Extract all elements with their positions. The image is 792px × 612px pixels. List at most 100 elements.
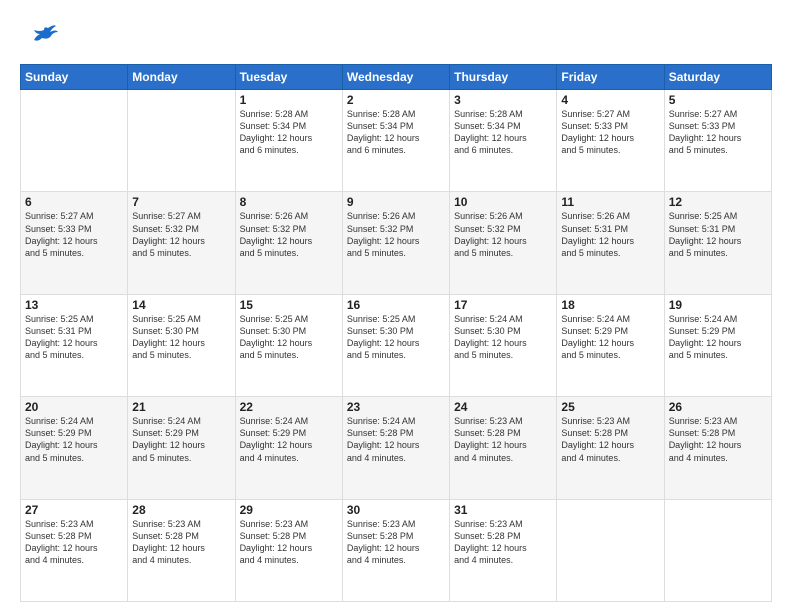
- calendar-cell: 3Sunrise: 5:28 AM Sunset: 5:34 PM Daylig…: [450, 90, 557, 192]
- calendar-cell: 14Sunrise: 5:25 AM Sunset: 5:30 PM Dayli…: [128, 294, 235, 396]
- calendar-week-1: 1 Sunrise: 5:28 AM Sunset: 5:34 PM Daylig…: [21, 90, 772, 192]
- header: [20, 18, 772, 56]
- calendar-header-sunday: Sunday: [21, 65, 128, 90]
- calendar-week-5: 27Sunrise: 5:23 AM Sunset: 5:28 PM Dayli…: [21, 499, 772, 601]
- calendar-cell: 7Sunrise: 5:27 AM Sunset: 5:32 PM Daylig…: [128, 192, 235, 294]
- logo: [20, 18, 62, 56]
- calendar-cell: 21Sunrise: 5:24 AM Sunset: 5:29 PM Dayli…: [128, 397, 235, 499]
- day-number: 31: [454, 503, 552, 517]
- calendar-cell: 13Sunrise: 5:25 AM Sunset: 5:31 PM Dayli…: [21, 294, 128, 396]
- calendar-cell: 12Sunrise: 5:25 AM Sunset: 5:31 PM Dayli…: [664, 192, 771, 294]
- calendar-cell: 6Sunrise: 5:27 AM Sunset: 5:33 PM Daylig…: [21, 192, 128, 294]
- calendar-cell: 17Sunrise: 5:24 AM Sunset: 5:30 PM Dayli…: [450, 294, 557, 396]
- day-number: 12: [669, 195, 767, 209]
- calendar-header-thursday: Thursday: [450, 65, 557, 90]
- day-info: Sunrise: 5:25 AM Sunset: 5:30 PM Dayligh…: [347, 313, 445, 362]
- day-number: 8: [240, 195, 338, 209]
- day-number: 27: [25, 503, 123, 517]
- calendar-table: SundayMondayTuesdayWednesdayThursdayFrid…: [20, 64, 772, 602]
- calendar-cell: [664, 499, 771, 601]
- calendar-cell: 9Sunrise: 5:26 AM Sunset: 5:32 PM Daylig…: [342, 192, 449, 294]
- day-number: 11: [561, 195, 659, 209]
- day-number: 28: [132, 503, 230, 517]
- day-info: Sunrise: 5:23 AM Sunset: 5:28 PM Dayligh…: [240, 518, 338, 567]
- day-number: 2: [347, 93, 445, 107]
- day-number: 7: [132, 195, 230, 209]
- day-info: Sunrise: 5:24 AM Sunset: 5:29 PM Dayligh…: [669, 313, 767, 362]
- day-info: Sunrise: 5:23 AM Sunset: 5:28 PM Dayligh…: [454, 518, 552, 567]
- day-info: Sunrise: 5:26 AM Sunset: 5:32 PM Dayligh…: [240, 210, 338, 259]
- day-number: 18: [561, 298, 659, 312]
- day-number: 25: [561, 400, 659, 414]
- day-info: Sunrise: 5:23 AM Sunset: 5:28 PM Dayligh…: [347, 518, 445, 567]
- logo-icon: [20, 18, 58, 56]
- calendar-cell: 25Sunrise: 5:23 AM Sunset: 5:28 PM Dayli…: [557, 397, 664, 499]
- day-info: Sunrise: 5:25 AM Sunset: 5:30 PM Dayligh…: [240, 313, 338, 362]
- calendar-cell: 22Sunrise: 5:24 AM Sunset: 5:29 PM Dayli…: [235, 397, 342, 499]
- calendar-header-tuesday: Tuesday: [235, 65, 342, 90]
- day-info: Sunrise: 5:24 AM Sunset: 5:30 PM Dayligh…: [454, 313, 552, 362]
- calendar-cell: 31Sunrise: 5:23 AM Sunset: 5:28 PM Dayli…: [450, 499, 557, 601]
- day-info: Sunrise: 5:27 AM Sunset: 5:32 PM Dayligh…: [132, 210, 230, 259]
- day-info: Sunrise: 5:24 AM Sunset: 5:29 PM Dayligh…: [25, 415, 123, 464]
- day-number: 1: [240, 93, 338, 107]
- day-number: 9: [347, 195, 445, 209]
- calendar-cell: 30Sunrise: 5:23 AM Sunset: 5:28 PM Dayli…: [342, 499, 449, 601]
- calendar-week-4: 20Sunrise: 5:24 AM Sunset: 5:29 PM Dayli…: [21, 397, 772, 499]
- day-info: Sunrise: 5:28 AM Sunset: 5:34 PM Dayligh…: [454, 108, 552, 157]
- calendar-cell: [128, 90, 235, 192]
- day-number: 24: [454, 400, 552, 414]
- day-info: Sunrise: 5:27 AM Sunset: 5:33 PM Dayligh…: [25, 210, 123, 259]
- calendar-header-row: SundayMondayTuesdayWednesdayThursdayFrid…: [21, 65, 772, 90]
- day-info: Sunrise: 5:25 AM Sunset: 5:30 PM Dayligh…: [132, 313, 230, 362]
- day-info: Sunrise: 5:27 AM Sunset: 5:33 PM Dayligh…: [669, 108, 767, 157]
- day-number: 13: [25, 298, 123, 312]
- day-number: 4: [561, 93, 659, 107]
- calendar-cell: [21, 90, 128, 192]
- day-number: 5: [669, 93, 767, 107]
- day-info: Sunrise: 5:27 AM Sunset: 5:33 PM Dayligh…: [561, 108, 659, 157]
- calendar-cell: 5Sunrise: 5:27 AM Sunset: 5:33 PM Daylig…: [664, 90, 771, 192]
- calendar-header-wednesday: Wednesday: [342, 65, 449, 90]
- day-number: 3: [454, 93, 552, 107]
- calendar-cell: 15Sunrise: 5:25 AM Sunset: 5:30 PM Dayli…: [235, 294, 342, 396]
- day-number: 26: [669, 400, 767, 414]
- calendar-cell: 4Sunrise: 5:27 AM Sunset: 5:33 PM Daylig…: [557, 90, 664, 192]
- page: SundayMondayTuesdayWednesdayThursdayFrid…: [0, 0, 792, 612]
- day-number: 16: [347, 298, 445, 312]
- day-info: Sunrise: 5:24 AM Sunset: 5:28 PM Dayligh…: [347, 415, 445, 464]
- calendar-cell: 23Sunrise: 5:24 AM Sunset: 5:28 PM Dayli…: [342, 397, 449, 499]
- day-info: Sunrise: 5:25 AM Sunset: 5:31 PM Dayligh…: [25, 313, 123, 362]
- day-number: 30: [347, 503, 445, 517]
- calendar-cell: 11Sunrise: 5:26 AM Sunset: 5:31 PM Dayli…: [557, 192, 664, 294]
- calendar-cell: 16Sunrise: 5:25 AM Sunset: 5:30 PM Dayli…: [342, 294, 449, 396]
- day-number: 6: [25, 195, 123, 209]
- day-number: 21: [132, 400, 230, 414]
- day-info: Sunrise: 5:23 AM Sunset: 5:28 PM Dayligh…: [454, 415, 552, 464]
- day-number: 29: [240, 503, 338, 517]
- day-info: Sunrise: 5:26 AM Sunset: 5:32 PM Dayligh…: [454, 210, 552, 259]
- calendar-header-monday: Monday: [128, 65, 235, 90]
- day-info: Sunrise: 5:24 AM Sunset: 5:29 PM Dayligh…: [561, 313, 659, 362]
- calendar-week-2: 6Sunrise: 5:27 AM Sunset: 5:33 PM Daylig…: [21, 192, 772, 294]
- day-info: Sunrise: 5:26 AM Sunset: 5:31 PM Dayligh…: [561, 210, 659, 259]
- calendar-header-saturday: Saturday: [664, 65, 771, 90]
- day-number: 14: [132, 298, 230, 312]
- calendar-cell: 1Sunrise: 5:28 AM Sunset: 5:34 PM Daylig…: [235, 90, 342, 192]
- calendar-cell: 10Sunrise: 5:26 AM Sunset: 5:32 PM Dayli…: [450, 192, 557, 294]
- day-number: 10: [454, 195, 552, 209]
- day-info: Sunrise: 5:24 AM Sunset: 5:29 PM Dayligh…: [240, 415, 338, 464]
- day-info: Sunrise: 5:23 AM Sunset: 5:28 PM Dayligh…: [25, 518, 123, 567]
- day-info: Sunrise: 5:25 AM Sunset: 5:31 PM Dayligh…: [669, 210, 767, 259]
- day-number: 19: [669, 298, 767, 312]
- calendar-cell: 28Sunrise: 5:23 AM Sunset: 5:28 PM Dayli…: [128, 499, 235, 601]
- calendar-week-3: 13Sunrise: 5:25 AM Sunset: 5:31 PM Dayli…: [21, 294, 772, 396]
- calendar-cell: 19Sunrise: 5:24 AM Sunset: 5:29 PM Dayli…: [664, 294, 771, 396]
- calendar-cell: 20Sunrise: 5:24 AM Sunset: 5:29 PM Dayli…: [21, 397, 128, 499]
- calendar-cell: 8Sunrise: 5:26 AM Sunset: 5:32 PM Daylig…: [235, 192, 342, 294]
- calendar-cell: 2Sunrise: 5:28 AM Sunset: 5:34 PM Daylig…: [342, 90, 449, 192]
- day-info: Sunrise: 5:24 AM Sunset: 5:29 PM Dayligh…: [132, 415, 230, 464]
- day-info: Sunrise: 5:26 AM Sunset: 5:32 PM Dayligh…: [347, 210, 445, 259]
- day-info: Sunrise: 5:28 AM Sunset: 5:34 PM Dayligh…: [347, 108, 445, 157]
- day-info: Sunrise: 5:23 AM Sunset: 5:28 PM Dayligh…: [669, 415, 767, 464]
